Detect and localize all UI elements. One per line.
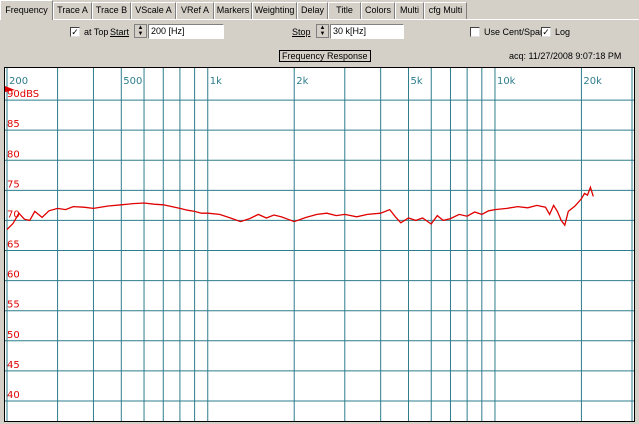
checkmark-icon: ✓ — [71, 27, 79, 37]
y-tick-label: 75 — [7, 179, 20, 190]
tab-multi[interactable]: Multi — [395, 2, 424, 19]
x-tick-label: 5k — [411, 76, 423, 87]
x-tick-label: 10k — [497, 76, 516, 87]
chart-svg: 200 500 1k 2k 5k 10k 20k90dBS85807570656055504… — [5, 68, 634, 421]
at-top-checkbox[interactable]: ✓ — [70, 27, 80, 37]
tab-bar: Frequency Trace A Trace B VScale A VRef … — [0, 0, 639, 20]
spin-down-icon[interactable]: ▼ — [317, 31, 328, 37]
cent-span-label: Use Cent/Span — [484, 27, 546, 37]
y-tick-label: 40 — [7, 390, 20, 401]
at-top-label: at Top — [84, 27, 109, 37]
stop-frequency-input[interactable]: 30 k[Hz] — [330, 24, 404, 39]
tab-vscale-a[interactable]: VScale A — [131, 2, 176, 19]
frequency-response-plot[interactable]: 200 500 1k 2k 5k 10k 20k 90dBS 85 80 75 70 65 60 55 50 4… — [4, 67, 635, 422]
spin-down-icon[interactable]: ▼ — [135, 31, 146, 37]
checkmark-icon: ✓ — [542, 27, 550, 37]
log-checkbox[interactable]: ✓ — [541, 27, 551, 37]
tab-weighting[interactable]: Weighting — [252, 2, 297, 19]
stop-label: Stop — [292, 27, 311, 37]
log-label: Log — [555, 27, 571, 37]
x-tick-label: 200 — [9, 76, 28, 87]
tab-colors[interactable]: Colors — [361, 2, 395, 19]
y-tick-label: 50 — [7, 330, 20, 341]
stop-spinner[interactable]: ▲ ▼ — [316, 24, 329, 38]
tab-delay[interactable]: Delay — [297, 2, 328, 19]
response-curve — [6, 185, 594, 230]
y-tick-label: 90dBS — [7, 89, 39, 100]
y-tick-label: 65 — [7, 240, 20, 251]
acquisition-timestamp: acq: 11/27/2008 9:07:18 PM — [509, 51, 622, 61]
y-tick-label: 85 — [7, 119, 20, 130]
y-tick-label: 55 — [7, 300, 20, 311]
x-tick-label: 20k — [583, 76, 602, 87]
y-tick-label: 80 — [7, 149, 20, 160]
tab-trace-b[interactable]: Trace B — [92, 2, 131, 19]
cent-span-checkbox[interactable] — [470, 27, 480, 37]
x-tick-label: 2k — [296, 76, 308, 87]
tab-title[interactable]: Title — [328, 2, 361, 19]
start-spinner[interactable]: ▲ ▼ — [134, 24, 147, 38]
start-frequency-input[interactable]: 200 [Hz] — [148, 24, 224, 39]
y-tick-label: 60 — [7, 270, 20, 281]
graph-title: Frequency Response — [279, 50, 371, 62]
tab-cfg-multi[interactable]: cfg Multi — [424, 2, 467, 19]
x-tick-label: 500 — [123, 76, 142, 87]
start-label: Start — [110, 27, 130, 37]
tab-trace-a[interactable]: Trace A — [53, 2, 92, 19]
tab-vref-a[interactable]: VRef A — [176, 2, 214, 19]
x-tick-label: 1k — [210, 76, 222, 87]
tab-frequency[interactable]: Frequency — [0, 0, 53, 20]
tab-markers[interactable]: Markers — [214, 2, 252, 19]
y-tick-label: 45 — [7, 360, 20, 371]
